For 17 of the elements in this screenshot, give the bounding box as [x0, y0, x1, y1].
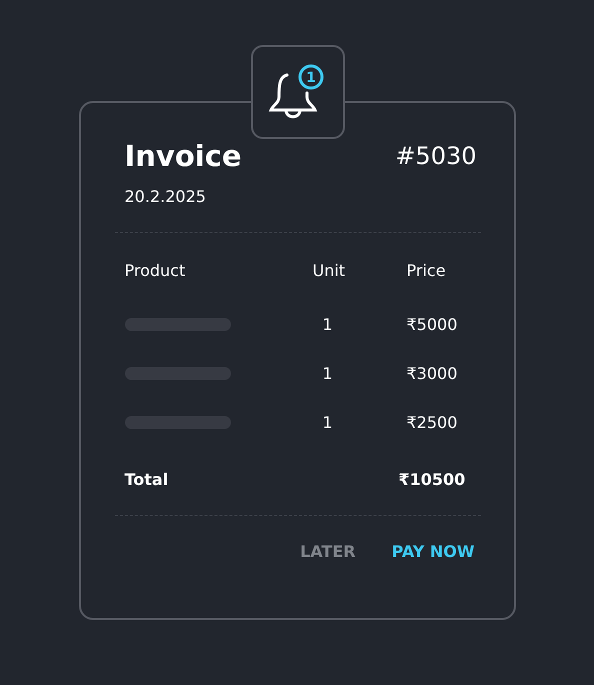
later-button[interactable]: LATER: [292, 536, 364, 567]
pay-now-button[interactable]: PAY NOW: [384, 536, 482, 567]
notification-button[interactable]: 1: [250, 45, 344, 139]
price-cell-text: ₹2500: [406, 413, 458, 432]
column-header: Price: [406, 261, 447, 280]
column-header: Unit: [312, 261, 346, 280]
invoice-title: Invoice: [124, 139, 242, 173]
price-cell-text: ₹5000: [406, 315, 458, 334]
unit-cell-text: 1: [321, 364, 334, 383]
unit-cell-text: 1: [321, 413, 334, 432]
invoice-number: #5030: [395, 142, 476, 170]
invoice-date: 20.2.2025: [124, 187, 207, 206]
total-amount: ₹10500: [398, 470, 466, 489]
unit-cell-text: 1: [321, 315, 334, 334]
price-cell-text: ₹3000: [406, 364, 458, 383]
total-label: Total: [124, 470, 170, 489]
column-header: Product: [124, 261, 186, 280]
